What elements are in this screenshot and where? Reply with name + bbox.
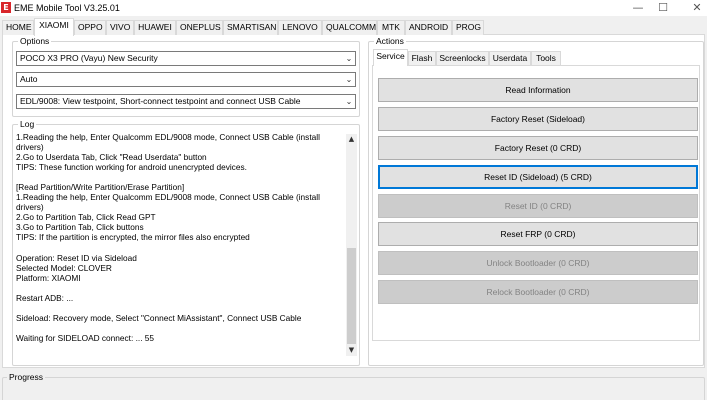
tab-lenovo[interactable]: LENOVO xyxy=(278,20,322,35)
maximize-icon[interactable]: ☐ xyxy=(652,0,674,16)
log-line: TIPS: If the partition is encrypted, the… xyxy=(16,232,250,243)
log-lines: 1.Reading the help, Enter Qualcomm EDL/9… xyxy=(16,132,356,343)
log-line: Selected Model: CLOVER xyxy=(16,262,112,273)
tab-android[interactable]: ANDROID xyxy=(405,20,452,35)
chevron-down-icon: ⌄ xyxy=(345,54,353,63)
tab-smartisan[interactable]: SMARTISAN xyxy=(223,20,278,35)
log-line: Platform: XIAOMI xyxy=(16,272,81,283)
tab-prog[interactable]: PROG xyxy=(452,20,484,35)
window-title: EME Mobile Tool V3.25.01 xyxy=(14,3,120,13)
tab-oneplus[interactable]: ONEPLUS xyxy=(176,20,223,35)
progress-group: Progress xyxy=(2,372,705,400)
tab-home[interactable]: HOME xyxy=(2,20,34,35)
scroll-up-icon[interactable]: ▲ xyxy=(346,134,357,145)
mode-select[interactable]: Auto ⌄ xyxy=(16,72,356,87)
factory-reset-button[interactable]: Factory Reset (0 CRD) xyxy=(378,136,698,160)
reset-frp-button[interactable]: Reset FRP (0 CRD) xyxy=(378,222,698,246)
subtab-service[interactable]: Service xyxy=(373,49,408,66)
method-select[interactable]: EDL/9008: View testpoint, Short-connect … xyxy=(16,94,356,109)
tab-xiaomi[interactable]: XIAOMI xyxy=(34,18,74,36)
tab-mtk[interactable]: MTK xyxy=(377,20,405,35)
log-scrollbar[interactable]: ▲ ▼ xyxy=(346,134,357,356)
tab-vivo[interactable]: VIVO xyxy=(106,20,134,35)
log-line: Restart ADB: ... xyxy=(16,292,74,303)
options-label: Options xyxy=(18,36,52,47)
log-line: drivers) xyxy=(16,202,44,213)
title-bar: E EME Mobile Tool V3.25.01 — ☐ ✕ xyxy=(0,0,707,16)
chevron-down-icon: ⌄ xyxy=(345,75,353,84)
unlock-bootloader-button: Unlock Bootloader (0 CRD) xyxy=(378,251,698,275)
model-select[interactable]: POCO X3 PRO (Vayu) New Security ⌄ xyxy=(16,51,356,66)
service-panel: Read Information Factory Reset (Sideload… xyxy=(372,65,700,341)
relock-bootloader-button: Relock Bootloader (0 CRD) xyxy=(378,280,698,304)
log-line: 2.Go to Userdata Tab, Click "Read Userda… xyxy=(16,152,207,163)
minimize-icon[interactable]: — xyxy=(627,0,649,16)
scroll-down-icon[interactable]: ▼ xyxy=(346,345,357,356)
log-line: TIPS: These function working for android… xyxy=(16,162,247,173)
actions-subtab-bar: Service Flash Screenlocks Userdata Tools xyxy=(373,49,693,66)
subtab-screenlocks[interactable]: Screenlocks xyxy=(436,51,489,65)
close-icon[interactable]: ✕ xyxy=(686,0,707,16)
options-group: Options POCO X3 PRO (Vayu) New Security … xyxy=(12,36,360,117)
log-line: 1.Reading the help, Enter Qualcomm EDL/9… xyxy=(16,192,320,203)
scroll-thumb[interactable] xyxy=(347,248,356,344)
progress-label: Progress xyxy=(7,372,46,383)
xiaomi-tab-panel: Options POCO X3 PRO (Vayu) New Security … xyxy=(2,35,705,368)
subtab-tools[interactable]: Tools xyxy=(531,51,561,65)
subtab-flash[interactable]: Flash xyxy=(408,51,436,65)
subtab-userdata[interactable]: Userdata xyxy=(489,51,531,65)
reset-id-sideload-button[interactable]: Reset ID (Sideload) (5 CRD) xyxy=(378,165,698,189)
log-group: Log 1.Reading the help, Enter Qualcomm E… xyxy=(12,119,360,366)
reset-id-button: Reset ID (0 CRD) xyxy=(378,194,698,218)
model-select-value: POCO X3 PRO (Vayu) New Security xyxy=(20,53,158,63)
tab-huawei[interactable]: HUAWEI xyxy=(134,20,176,35)
read-information-button[interactable]: Read Information xyxy=(378,78,698,102)
log-line: Waiting for SIDELOAD connect: ... 55 xyxy=(16,332,155,343)
log-line: 3.Go to Partition Tab, Click buttons xyxy=(16,222,144,233)
log-line: drivers) xyxy=(16,142,44,153)
log-line: [Read Partition/Write Partition/Erase Pa… xyxy=(16,182,185,193)
factory-reset-sideload-button[interactable]: Factory Reset (Sideload) xyxy=(378,107,698,131)
tab-oppo[interactable]: OPPO xyxy=(74,20,106,35)
log-line: 2.Go to Partition Tab, Click Read GPT xyxy=(16,212,156,223)
method-select-value: EDL/9008: View testpoint, Short-connect … xyxy=(20,96,301,106)
actions-label: Actions xyxy=(374,36,406,47)
log-line: Operation: Reset ID via Sideload xyxy=(16,252,137,263)
mode-select-value: Auto xyxy=(20,74,38,84)
eme-app-icon: E xyxy=(1,2,11,13)
log-label: Log xyxy=(18,119,37,130)
log-line: 1.Reading the help, Enter Qualcomm EDL/9… xyxy=(16,132,320,142)
log-output[interactable]: 1.Reading the help, Enter Qualcomm EDL/9… xyxy=(16,132,356,348)
chevron-down-icon: ⌄ xyxy=(345,97,353,106)
log-line: Sideload: Recovery mode, Select "Connect… xyxy=(16,312,302,323)
main-tab-bar: HOME XIAOMI OPPO VIVO HUAWEI ONEPLUS SMA… xyxy=(2,18,705,36)
actions-group: Actions Service Flash Screenlocks Userda… xyxy=(368,36,704,366)
progress-area: Progress xyxy=(0,368,707,400)
tab-qualcomm[interactable]: QUALCOMM xyxy=(322,20,377,35)
